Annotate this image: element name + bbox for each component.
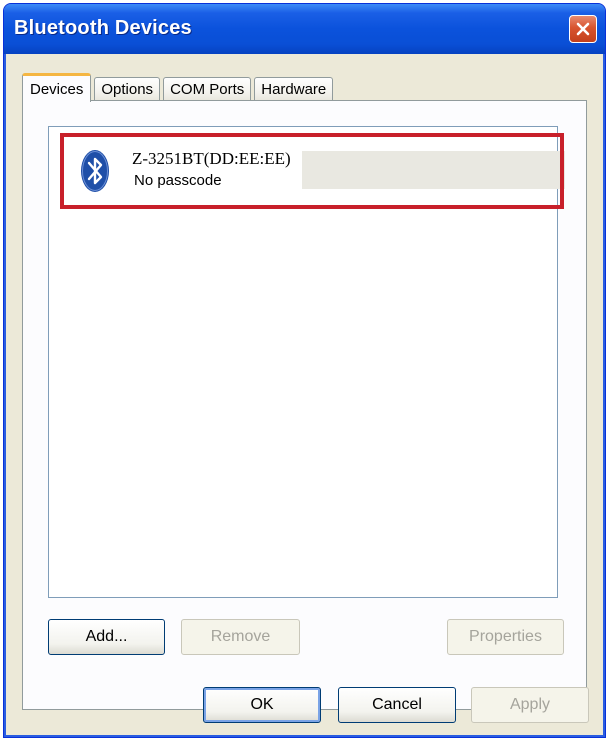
bluetooth-icon — [81, 150, 109, 192]
cancel-button[interactable]: Cancel — [338, 687, 456, 723]
device-list[interactable]: Z-3251BT(DD:EE:EE) No passcode — [48, 126, 565, 598]
apply-button[interactable]: Apply — [471, 687, 589, 723]
devices-tab-panel: Z-3251BT(DD:EE:EE) No passcode Add... Re… — [22, 100, 587, 710]
add-button[interactable]: Add... — [48, 619, 165, 655]
tab-options[interactable]: Options — [94, 77, 161, 101]
remove-button-label: Remove — [210, 628, 271, 645]
tab-strip: Devices Options COM Ports Hardware — [22, 71, 336, 102]
device-status: No passcode — [134, 172, 222, 189]
close-button[interactable] — [569, 15, 597, 43]
properties-button-label: Properties — [469, 628, 542, 645]
title-bar[interactable]: Bluetooth Devices — [4, 4, 605, 54]
tab-devices[interactable]: Devices — [22, 73, 92, 102]
add-button-label: Add... — [85, 628, 128, 645]
remove-button[interactable]: Remove — [181, 619, 300, 655]
apply-button-label: Apply — [509, 696, 551, 713]
close-icon — [576, 22, 590, 36]
tab-hardware[interactable]: Hardware — [254, 77, 334, 101]
window-title: Bluetooth Devices — [14, 17, 192, 39]
selection-highlight — [302, 151, 565, 189]
tab-com-ports[interactable]: COM Ports — [163, 77, 252, 101]
ok-button-label: OK — [250, 696, 274, 713]
dialog-body: Devices Options COM Ports Hardware Z-325… — [8, 54, 601, 733]
cancel-button-label: Cancel — [372, 696, 422, 713]
list-item[interactable]: Z-3251BT(DD:EE:EE) No passcode — [72, 143, 565, 201]
ok-button[interactable]: OK — [203, 687, 321, 723]
properties-button[interactable]: Properties — [447, 619, 564, 655]
bluetooth-devices-window: Bluetooth Devices Devices Options COM Po… — [3, 3, 606, 738]
device-name: Z-3251BT(DD:EE:EE) — [132, 149, 291, 168]
